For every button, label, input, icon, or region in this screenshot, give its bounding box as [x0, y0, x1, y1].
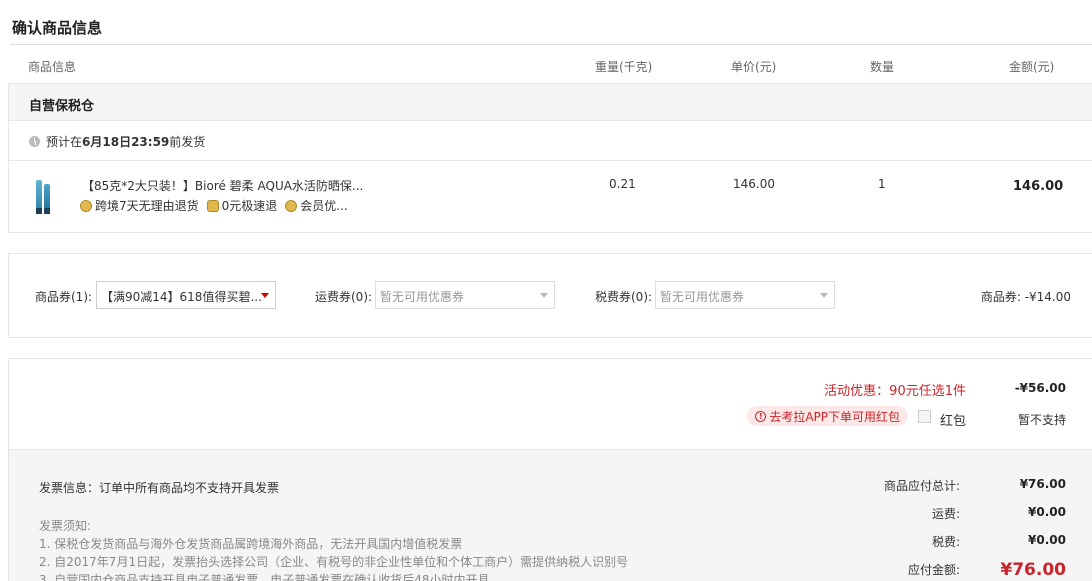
goods-coupon-select[interactable]: 【满90减14】618值得买碧... — [96, 281, 276, 309]
tube-image-1 — [36, 180, 42, 214]
invoice-notice-line: 1. 保税仓发货商品与海外仓发货商品属跨境海外商品，无法开具国内增值税发票 — [39, 537, 463, 551]
invoice-notice-line: 3. 自营国内仓商品支持开具电子普通发票，电子普通发票在确认收货后48小时内开具 — [39, 573, 490, 581]
tag-refund: 0元极速退 — [206, 197, 278, 214]
shipping-date: 6月18日23:59 — [82, 135, 170, 149]
invoice-notice-title: 发票须知: — [39, 519, 92, 533]
redpack-checkbox[interactable] — [918, 410, 931, 423]
tube-cap-2 — [44, 208, 50, 214]
tax-fee-label: 税费: — [931, 535, 960, 549]
warning-icon: ! — [755, 410, 767, 422]
product-amount: 146.00 — [1013, 179, 1064, 194]
promotion-value: -¥56.00 — [1014, 381, 1066, 395]
warehouse-name: 自营保税仓 — [29, 99, 95, 114]
coupon-discount-summary: 商品券: -¥14.00 — [980, 290, 1071, 304]
product-name-link[interactable]: 【85克*2大只装！】Bioré 碧柔 AQUA水活防晒保... — [82, 177, 363, 194]
tube-cap-1 — [36, 208, 42, 214]
coupon-section: 商品券(1): 【满90减14】618值得买碧... 运费券(0): 暂无可用优… — [8, 253, 1092, 338]
goods-coupon-label: 商品券(1): — [35, 290, 93, 304]
redpack-status: 暂不支持 — [1017, 413, 1066, 427]
tag-member: 会员优... — [285, 197, 348, 214]
shipping-coupon-select[interactable]: 暂无可用优惠券 — [375, 281, 555, 309]
product-unit-price: 146.00 — [733, 177, 775, 191]
redpack-label: 红包 — [939, 414, 966, 429]
title-divider — [10, 44, 1092, 45]
shipping-coupon-label: 运费券(0): — [315, 290, 373, 304]
invoice-notice-line: 2. 自2017年7月1日起，发票抬头选择公司（企业、有税号的非企业性单位和个体… — [39, 555, 629, 569]
warehouse-row: 自营保税仓 — [9, 84, 1092, 121]
tag-refund-label: 0元极速退 — [221, 199, 278, 213]
refund-icon — [206, 199, 219, 212]
column-header-unit-price: 单价(元) — [731, 60, 777, 74]
product-tags: 跨境7天无理由退货 0元极速退 会员优... — [80, 197, 348, 214]
redpack-tip-text: 去考拉APP下单可用红包 — [769, 409, 900, 424]
tax-coupon-select[interactable]: 暂无可用优惠券 — [655, 281, 835, 309]
invoice-info: 发票信息：订单中所有商品均不支持开具发票 — [39, 481, 280, 495]
chevron-down-icon — [540, 293, 548, 298]
shipping-coupon-placeholder: 暂无可用优惠券 — [380, 290, 465, 304]
member-icon — [285, 199, 298, 212]
goods-total-value: ¥76.00 — [1019, 477, 1066, 491]
product-weight: 0.21 — [609, 177, 636, 191]
chevron-down-icon — [820, 293, 828, 298]
shipping-estimate-text: 预计在6月18日23:59前发货 — [46, 133, 205, 150]
tag-return: 跨境7天无理由退货 — [80, 197, 199, 214]
shipping-prefix: 预计在 — [46, 135, 83, 149]
tag-return-label: 跨境7天无理由退货 — [95, 199, 199, 213]
column-header-quantity: 数量 — [870, 60, 895, 74]
product-quantity: 1 — [878, 177, 886, 191]
column-header-weight: 重量(千克) — [595, 60, 653, 74]
promotion-label: 活动优惠：90元任选1件 — [824, 384, 966, 399]
shipping-suffix: 前发货 — [169, 135, 206, 149]
shipping-fee-label: 运费: — [931, 507, 960, 521]
order-summary-section: 发票信息：订单中所有商品均不支持开具发票 发票须知: 1. 保税仓发货商品与海外… — [8, 449, 1092, 581]
shipping-estimate-row: 预计在6月18日23:59前发货 — [9, 121, 1092, 161]
goods-coupon-selected: 【满90减14】618值得买碧... — [101, 290, 262, 304]
goods-total-label: 商品应付总计: — [883, 479, 960, 493]
tube-image-2 — [44, 184, 50, 214]
promotion-section: 活动优惠：90元任选1件 -¥56.00 ! 去考拉APP下单可用红包 红包 暂不… — [8, 358, 1092, 450]
tag-member-label: 会员优... — [300, 199, 348, 213]
column-header-product: 商品信息 — [28, 60, 77, 74]
clock-icon — [29, 136, 40, 147]
payable-label: 应付金额: — [907, 563, 960, 577]
payable-value: ¥76.00 — [1000, 560, 1066, 580]
chevron-down-icon — [261, 293, 269, 298]
shipping-fee-value: ¥0.00 — [1028, 505, 1066, 519]
tax-fee-value: ¥0.00 — [1028, 533, 1066, 547]
page-title: 确认商品信息 — [12, 19, 103, 37]
product-thumbnail[interactable] — [36, 178, 50, 214]
redpack-tip[interactable]: ! 去考拉APP下单可用红包 — [747, 406, 908, 426]
tax-coupon-label: 税费券(0): — [595, 290, 653, 304]
column-header-amount: 金额(元) — [1009, 60, 1055, 74]
tax-coupon-placeholder: 暂无可用优惠券 — [660, 290, 745, 304]
return-icon — [80, 199, 92, 212]
